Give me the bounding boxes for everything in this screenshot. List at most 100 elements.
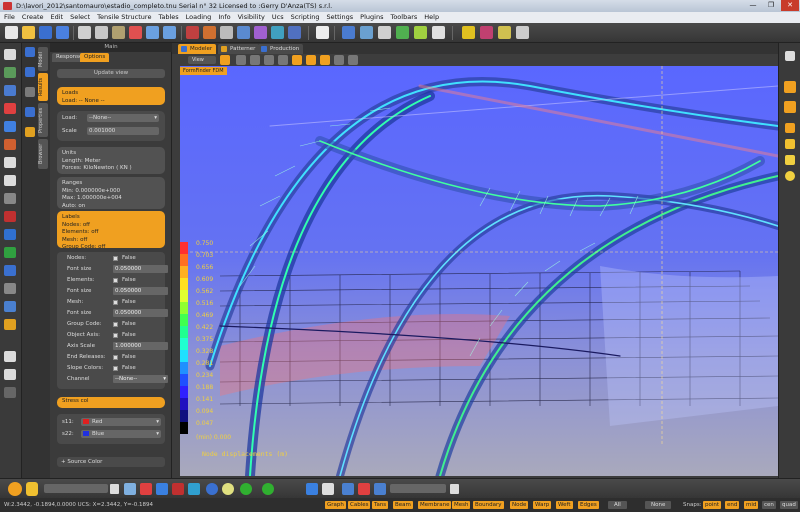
light-icon[interactable] <box>348 55 358 65</box>
elements-checkbox[interactable] <box>113 278 118 283</box>
sun-icon[interactable] <box>222 483 234 495</box>
snap-select[interactable] <box>390 484 446 493</box>
frame-icon[interactable] <box>25 87 35 97</box>
filter-mesh[interactable]: Mesh <box>452 501 471 509</box>
palette-icon[interactable] <box>140 483 152 495</box>
smiley-icon[interactable] <box>26 482 38 496</box>
menu-create[interactable]: Create <box>22 12 44 23</box>
pan-icon[interactable] <box>250 55 260 65</box>
edit-icon[interactable] <box>203 26 216 39</box>
arrow-icon[interactable] <box>322 483 334 495</box>
color-icon[interactable] <box>124 483 136 495</box>
circle-icon[interactable] <box>262 483 274 495</box>
bar-icon[interactable] <box>4 387 16 398</box>
menu-file[interactable]: File <box>4 12 15 23</box>
page-icon[interactable] <box>785 51 795 61</box>
3d-viewport[interactable]: 0.750 0.703 0.656 0.609 0.562 0.516 0.46… <box>180 66 778 476</box>
mesh-font-size-input[interactable]: 0.050000 <box>113 309 168 317</box>
info-icon[interactable] <box>237 26 250 39</box>
stress-col-box[interactable]: Stress col <box>57 397 165 408</box>
shade-icon[interactable] <box>320 55 330 65</box>
node-icon[interactable] <box>288 26 301 39</box>
filter-graph[interactable]: Graph <box>325 501 346 509</box>
filter-icon[interactable] <box>25 107 35 117</box>
flag-icon[interactable] <box>4 103 16 114</box>
menu-select[interactable]: Select <box>70 12 90 23</box>
fit-icon[interactable] <box>278 55 288 65</box>
rotate-icon[interactable] <box>264 55 274 65</box>
redo-icon[interactable] <box>163 26 176 39</box>
menu-edit[interactable]: Edit <box>51 12 64 23</box>
dimension-icon[interactable] <box>4 229 16 240</box>
curve-icon[interactable] <box>172 483 184 495</box>
formfind-icon[interactable] <box>462 26 475 39</box>
measure-icon[interactable] <box>254 26 267 39</box>
vtab-browser[interactable]: Browser <box>38 139 48 169</box>
menu-settings[interactable]: Settings <box>327 12 354 23</box>
pin-icon[interactable] <box>4 211 16 222</box>
filter-boundary[interactable]: Boundary <box>473 501 504 509</box>
camera-icon[interactable] <box>220 55 230 65</box>
save-snap-icon[interactable] <box>450 484 459 494</box>
snap-cen[interactable]: cen <box>762 501 776 509</box>
select-none-button[interactable]: None <box>645 501 672 509</box>
perspective-icon[interactable] <box>334 55 344 65</box>
wave-icon[interactable] <box>4 283 16 294</box>
settings-icon[interactable] <box>516 26 529 39</box>
plane-icon[interactable] <box>4 121 16 132</box>
filter-tans[interactable]: Tans <box>372 501 389 509</box>
filter-beam[interactable]: Beam <box>393 501 413 509</box>
dots-icon[interactable] <box>4 351 16 362</box>
menu-help[interactable]: Help <box>424 12 439 23</box>
end-releases-checkbox[interactable] <box>113 355 118 360</box>
layer-icon[interactable] <box>4 85 16 96</box>
bucket-icon[interactable] <box>4 319 16 330</box>
undo-icon[interactable] <box>146 26 159 39</box>
close-button[interactable]: ✕ <box>781 0 799 11</box>
vtab-model[interactable]: Model <box>38 47 48 71</box>
brush-icon[interactable] <box>25 127 35 137</box>
channel-select[interactable]: --None-- ▾ <box>113 375 168 383</box>
tab-patterner[interactable]: Patterner <box>218 44 260 54</box>
loads-box[interactable]: Loads Load: -- None -- <box>57 87 165 105</box>
source-color-toggle[interactable]: + Source Color <box>57 457 165 467</box>
menu-plugins[interactable]: Plugins <box>360 12 383 23</box>
vtab-results[interactable]: Results <box>38 73 48 101</box>
maximize-button[interactable]: ❐ <box>762 0 780 11</box>
cylinder-icon[interactable] <box>785 123 795 133</box>
filter-edges[interactable]: Edges <box>578 501 599 509</box>
rect-icon[interactable] <box>358 483 370 495</box>
grid-icon[interactable] <box>4 193 16 204</box>
mesh-checkbox[interactable] <box>113 300 118 305</box>
tag-icon[interactable] <box>4 175 16 186</box>
arch-icon[interactable] <box>432 26 445 39</box>
cube-icon[interactable] <box>316 26 329 39</box>
nodes-checkbox[interactable] <box>113 256 118 261</box>
cut-icon[interactable] <box>78 26 91 39</box>
wireframe-icon[interactable] <box>306 55 316 65</box>
pen-icon[interactable] <box>186 26 199 39</box>
ring-green-icon[interactable] <box>240 483 252 495</box>
snap-end[interactable]: end <box>725 501 740 509</box>
gear-icon[interactable] <box>4 67 16 78</box>
pencil-icon[interactable] <box>156 483 168 495</box>
new-file-icon[interactable] <box>5 26 18 39</box>
grid-toggle-icon[interactable] <box>292 55 302 65</box>
filter-weft[interactable]: Weft <box>556 501 573 509</box>
tent-icon[interactable] <box>378 26 391 39</box>
menu-tensile-structure[interactable]: Tensile Structure <box>97 12 151 23</box>
filter-warp[interactable]: Warp <box>533 501 552 509</box>
view-toggle-icon[interactable] <box>25 67 35 77</box>
sphere-icon[interactable] <box>188 483 200 495</box>
save-icon[interactable] <box>39 26 52 39</box>
help-icon[interactable] <box>4 49 16 60</box>
select-all-button[interactable]: All <box>608 501 627 509</box>
snap-quad[interactable]: quad <box>780 501 798 509</box>
load-select[interactable]: --None-- ▾ <box>87 114 159 122</box>
ring-icon[interactable] <box>785 139 795 149</box>
menu-tables[interactable]: Tables <box>158 12 178 23</box>
layer-select[interactable] <box>44 484 108 493</box>
text-cursor-icon[interactable] <box>220 26 233 39</box>
box-icon[interactable] <box>342 483 354 495</box>
menu-visibility[interactable]: Visibility <box>238 12 265 23</box>
